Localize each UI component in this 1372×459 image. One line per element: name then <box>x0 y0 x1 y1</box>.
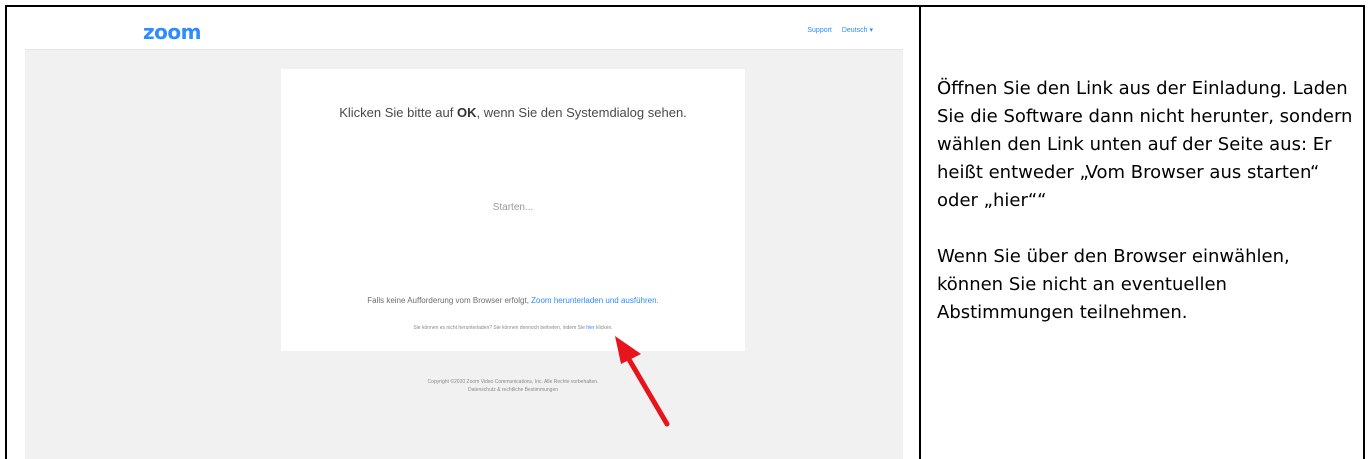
header-links: Support Deutsch ▾ <box>799 26 873 34</box>
instruction-paragraph-2: Wenn Sie über den Browser einwählen, kön… <box>937 246 1290 323</box>
launch-card: Klicken Sie bitte auf OK, wenn Sie den S… <box>281 69 745 351</box>
fallback-text: Falls keine Aufforderung vom Browser erf… <box>367 296 532 305</box>
support-link[interactable]: Support <box>807 27 832 34</box>
zoom-logo[interactable]: zoom <box>143 20 201 44</box>
zoom-browser-screenshot: zoom Support Deutsch ▾ Klicken Sie bitte… <box>25 12 903 459</box>
card-title-text-end: , wenn Sie den Systemdialog sehen. <box>476 105 687 120</box>
join-browser-text: Sie können es nicht herunterladen? Sie k… <box>413 325 587 331</box>
card-title-text: Klicken Sie bitte auf <box>339 105 457 120</box>
card-title: Klicken Sie bitte auf OK, wenn Sie den S… <box>281 105 745 120</box>
zoom-header: zoom Support Deutsch ▾ <box>25 12 903 50</box>
download-zoom-link[interactable]: Zoom herunterladen und ausführen. <box>531 296 659 305</box>
document-table: zoom Support Deutsch ▾ Klicken Sie bitte… <box>5 5 1365 459</box>
instruction-paragraph-1: Öffnen Sie den Link aus der Einladung. L… <box>937 78 1353 211</box>
launch-status: Starten... <box>492 202 534 213</box>
language-menu-label: Deutsch <box>841 27 868 34</box>
instructions-text: Öffnen Sie den Link aus der Einladung. L… <box>937 75 1357 327</box>
chevron-down-icon: ▾ <box>869 27 873 34</box>
join-from-browser-link[interactable]: hier <box>586 325 594 331</box>
fallback-line: Falls keine Aufforderung vom Browser erf… <box>281 296 745 305</box>
table-cell-divider <box>919 7 921 459</box>
language-menu[interactable]: Deutsch ▾ <box>842 27 873 34</box>
red-arrow-annotation <box>615 336 670 427</box>
card-title-ok: OK <box>456 105 477 120</box>
